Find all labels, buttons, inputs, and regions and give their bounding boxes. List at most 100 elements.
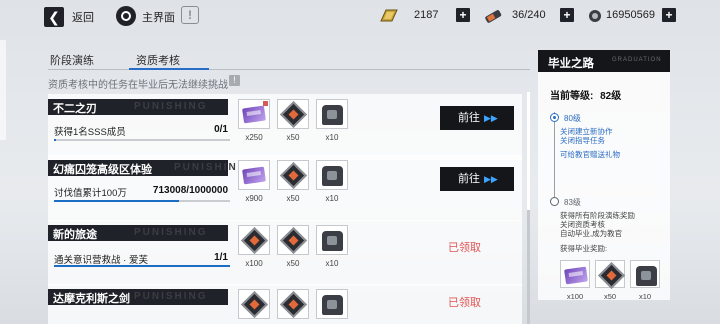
progress-bar (54, 139, 230, 141)
reward-quantity: x10 (638, 292, 652, 301)
chip-icon (241, 291, 268, 318)
chip-icon (241, 227, 268, 254)
stamina-icon (485, 10, 502, 23)
progress-bar (54, 265, 230, 267)
reward-quantity: x50 (286, 133, 300, 142)
task-card: 达摩克利斯之剑 PUNISHING 已领取 (48, 284, 522, 324)
card-ticket-icon (242, 105, 266, 124)
milestone-level: 83级 (564, 198, 581, 207)
go-button[interactable]: 前往 ▶▶ (440, 106, 514, 130)
panel-title: 毕业之路 (548, 58, 594, 70)
scrollbar-thumb[interactable] (527, 92, 530, 210)
milestone-perk: 关闭资质考核 (560, 220, 605, 229)
home-button[interactable] (116, 6, 136, 26)
task-progress: 1/1 (214, 252, 228, 263)
task-title: 达摩克利斯之剑 (53, 293, 130, 305)
reward-quantity: x50 (603, 292, 617, 301)
coin-count: 16950569 (606, 9, 655, 21)
chip-icon (598, 262, 625, 289)
task-card: 幻痛囚笼高级区体验 PUNISHING 讨伐值累计100万 713008/100… (48, 155, 522, 221)
task-title-bar: 不二之刃 PUNISHING (48, 99, 228, 115)
task-title-bar: 达摩克利斯之剑 PUNISHING (48, 289, 228, 305)
reward-item[interactable] (277, 160, 309, 190)
mech-part-icon (322, 166, 343, 186)
claimed-status: 已领取 (448, 297, 481, 309)
card-ticket-icon (564, 266, 588, 285)
task-title: 新的旅途 (53, 229, 97, 241)
reward-quantity: x900 (245, 194, 263, 203)
task-card: 不二之刃 PUNISHING 获得1名SSS成员 0/1 x250 x50 x1… (48, 94, 522, 160)
task-card: 新的旅途 PUNISHING 通关意识营救战 · 爱芙 1/1 x100 x50… (48, 220, 522, 286)
graduation-reward-item[interactable] (595, 260, 625, 289)
add-gold-button[interactable]: + (456, 8, 470, 22)
add-coin-button[interactable]: + (662, 8, 676, 22)
top-bar: ❮ 返回 主界面 ! 2187 + 36/240 + 16950569 + (0, 0, 720, 34)
double-arrow-icon: ▶▶ (484, 113, 498, 123)
task-deco-text: PUNISHING (134, 227, 208, 238)
reward-item[interactable] (277, 289, 309, 319)
reward-quantity: x100 (566, 292, 584, 301)
claimed-status: 已领取 (448, 242, 481, 254)
gold-bar-icon (380, 9, 398, 22)
current-level: 当前等级: 82级 (550, 91, 622, 102)
task-description: 讨伐值累计100万 (54, 188, 127, 199)
stamina-count: 36/240 (512, 9, 546, 21)
coin-icon (589, 10, 601, 22)
tab-qualification[interactable]: 资质考核 (136, 52, 180, 68)
progress-fill (54, 200, 179, 202)
milestone-perk: 可给教官赠送礼物 (560, 150, 620, 159)
milestone-perk: 关闭建立新协作 (560, 127, 613, 136)
reward-item[interactable] (238, 225, 270, 255)
left-edge-decoration (0, 40, 6, 140)
reward-quantity: x10 (325, 194, 339, 203)
graduation-reward-item[interactable] (630, 260, 660, 288)
back-label[interactable]: 返回 (72, 9, 94, 25)
task-title-bar: 新的旅途 PUNISHING (48, 225, 228, 241)
reward-quantity: x250 (245, 133, 263, 142)
level-timeline (554, 112, 555, 202)
reward-quantity: x100 (245, 259, 263, 268)
reward-item[interactable] (316, 160, 348, 190)
panel-deco-text: GRADUATION (612, 57, 662, 63)
tab-divider (48, 69, 530, 70)
graduation-reward-label: 获得毕业奖励: (560, 244, 608, 253)
milestone-perk: 关闭指导任务 (560, 136, 605, 145)
reward-quantity: x50 (286, 259, 300, 268)
tab-active-indicator (129, 68, 209, 70)
home-label[interactable]: 主界面 (142, 9, 175, 25)
task-title: 不二之刃 (53, 103, 97, 115)
milestone-marker-icon (550, 113, 559, 122)
reward-quantity: x10 (325, 133, 339, 142)
reward-item[interactable] (316, 99, 348, 129)
milestone-level: 80级 (564, 114, 581, 123)
reward-item[interactable] (238, 289, 270, 319)
graduation-reward-item[interactable] (560, 260, 590, 288)
alert-icon[interactable]: ! (181, 6, 199, 24)
chip-icon (280, 227, 307, 254)
graduation-panel: 毕业之路 GRADUATION 当前等级: 82级 80级 关闭建立新协作 关闭… (538, 50, 670, 301)
scrollbar[interactable] (527, 92, 530, 324)
reward-item[interactable] (277, 99, 309, 129)
notice-text: 资质考核中的任务在毕业后无法继续挑战 (48, 80, 228, 91)
task-deco-text: PUNISHING (134, 101, 208, 112)
progress-fill (54, 265, 230, 267)
reward-item[interactable] (316, 289, 348, 319)
reward-item[interactable] (238, 160, 270, 190)
mech-part-icon (636, 266, 657, 286)
task-title-bar: 幻痛囚笼高级区体验 PUNISHING (48, 160, 246, 176)
go-button[interactable]: 前往 ▶▶ (440, 167, 514, 191)
reward-quantity: x50 (286, 194, 300, 203)
task-progress: 0/1 (214, 124, 228, 135)
task-description: 获得1名SSS成员 (54, 127, 126, 138)
chip-icon (280, 291, 307, 318)
reward-item[interactable] (277, 225, 309, 255)
add-stamina-button[interactable]: + (560, 8, 574, 22)
reward-item[interactable] (238, 99, 270, 129)
chip-icon (280, 162, 307, 189)
mech-part-icon (322, 295, 343, 315)
chevron-left-icon: ❮ (48, 9, 60, 25)
info-icon[interactable]: ! (229, 75, 240, 86)
tab-stage-drill[interactable]: 阶段演练 (50, 52, 94, 68)
back-button[interactable]: ❮ (44, 7, 64, 27)
reward-item[interactable] (316, 225, 348, 255)
